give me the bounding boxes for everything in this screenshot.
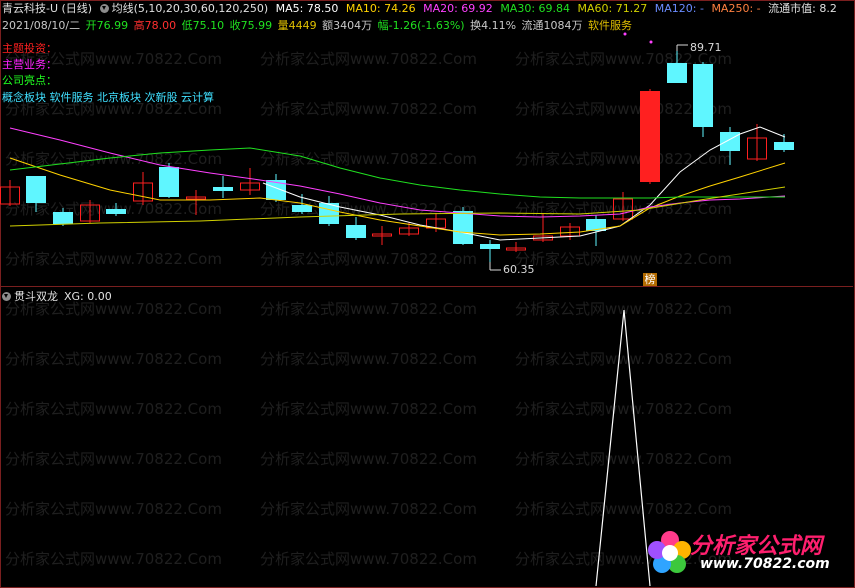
low-price-label: 60.35 [503, 263, 535, 276]
candle-body [480, 244, 500, 249]
kline-chart[interactable] [0, 0, 855, 588]
signal-dot [649, 40, 653, 44]
candle-body [106, 209, 126, 214]
candle-body [693, 64, 713, 127]
indicator-toggle-icon[interactable] [2, 292, 11, 301]
candle-body [292, 205, 312, 212]
pane-divider[interactable] [0, 286, 853, 287]
candle-body [720, 132, 740, 151]
candle-body [213, 187, 233, 191]
logo-flower-icon [648, 531, 691, 573]
candle-body [53, 212, 73, 224]
bang-badge[interactable]: 榜 [643, 273, 657, 287]
high-price-label: 89.71 [690, 41, 722, 54]
ma10-line [9, 157, 786, 236]
candle-body [667, 63, 687, 83]
ma30-line [9, 147, 785, 199]
logo-url: www.70822.com [700, 556, 830, 572]
signal-dot [623, 32, 627, 36]
ma5-line [262, 126, 786, 241]
candle-body [26, 176, 46, 203]
candle-body [453, 211, 473, 244]
candle-body [346, 225, 366, 238]
candle-body [159, 167, 179, 197]
indicator-name[interactable]: 贯斗双龙 [14, 290, 58, 303]
indicator-bar: 贯斗双龙 XG: 0.00 [2, 290, 112, 304]
site-logo: 分析家公式网 www.70822.com [640, 522, 845, 582]
candle-body [640, 91, 660, 182]
indicator-value: XG: 0.00 [64, 290, 112, 303]
candle-body [774, 142, 794, 150]
ma20-line [9, 127, 786, 218]
